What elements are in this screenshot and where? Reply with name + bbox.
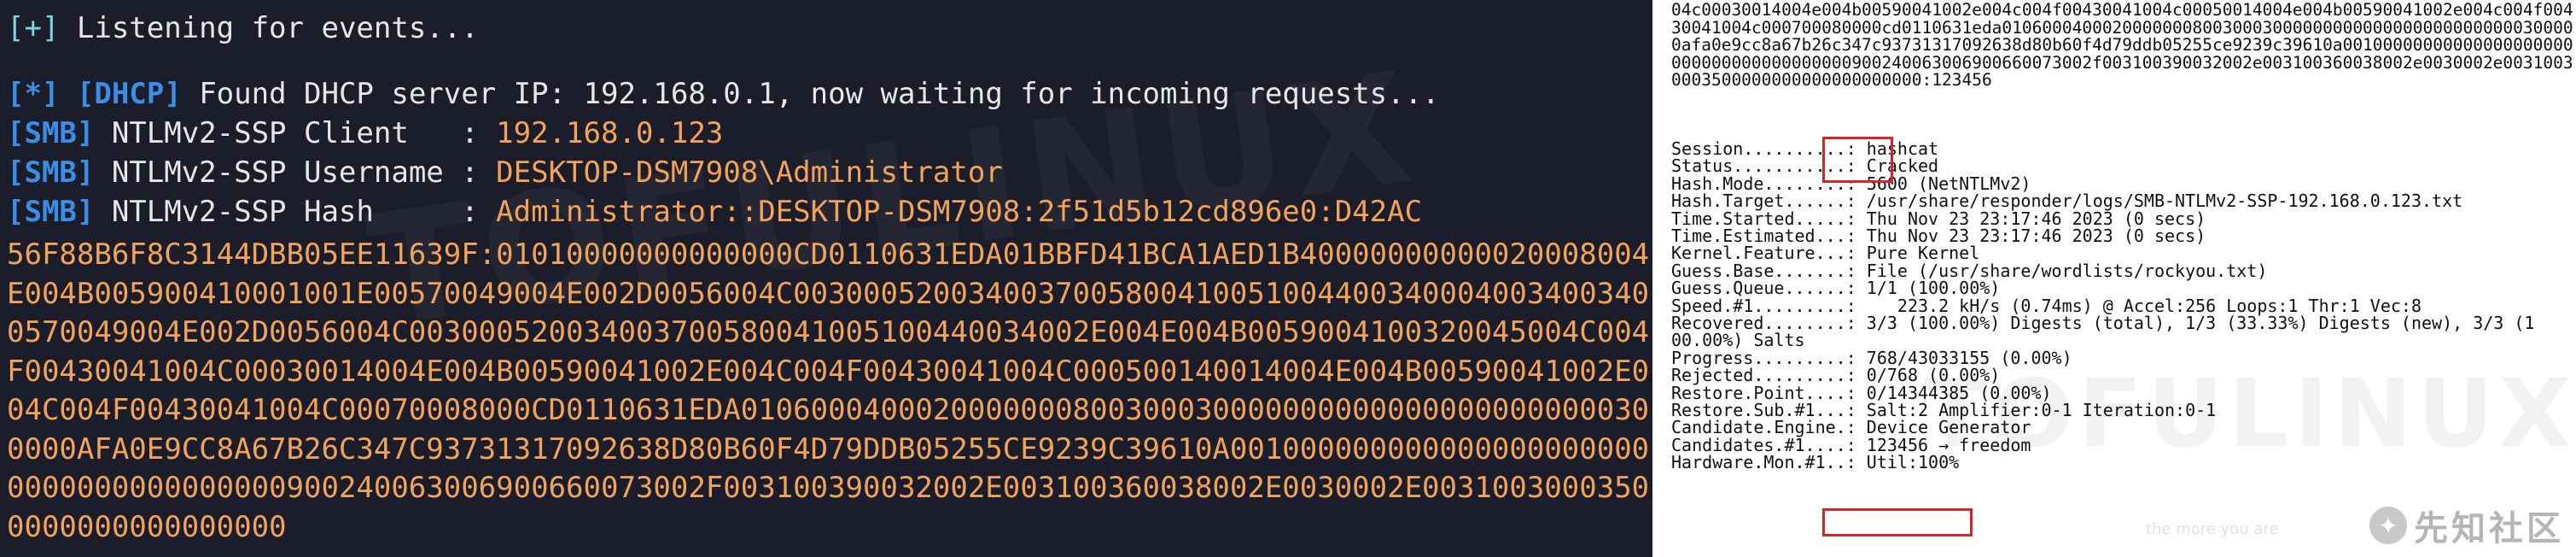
status-row: Restore.Sub.#1...: Salt:2 Amplifier:0-1 … [1671,402,2216,419]
status-row: Progress.........: 768/43033155 (0.00%) [1671,349,2072,366]
status-row: 00.00%) Salts [1671,331,1805,349]
divider [1652,0,1668,557]
dhcp-line: [*] [DHCP] Found DHCP server IP: 192.168… [7,74,1440,114]
logo-icon: ✦ [2369,507,2407,544]
smb-tag: [SMB] [7,116,95,150]
status-row: Restore.Point....: 0/14344385 (0.00%) [1671,384,2052,402]
site-logo: ✦ 先知社区 [2369,501,2564,550]
smb-client-label: NTLMv2-SSP Client : [94,116,497,150]
status-row: Candidates.#1....: 123456 → freedom [1671,437,2031,454]
smb-client-line: [SMB] NTLMv2-SSP Client : 192.168.0.123 [7,114,723,153]
status-row: Session..........: hashcat [1671,140,1938,157]
listening-text: Listening for events... [59,11,479,45]
status-row: Guess.Base.......: File (/usr/share/word… [1671,262,2267,279]
status-prefix: [*] [7,77,60,111]
status-row: Hash.Target......: /usr/share/responder/… [1671,192,2462,209]
status-value: 3/3 (100.00%) Digests (total), 1/3 (33.3… [1856,313,2535,333]
smb-hash-value-head: Administrator::DESKTOP-DSM7908:2f51d5b12… [496,195,1423,229]
status-row: Status...........: Cracked [1671,157,1938,174]
smb-hash-line: [SMB] NTLMv2-SSP Hash : Administrator::D… [7,192,1422,232]
status-row: Hardware.Mon.#1..: Util:100% [1671,454,1959,471]
status-row: Speed.#1.........: 223.2 kH/s (0.74ms) @… [1671,296,2422,314]
status-row: Rejected.........: 0/768 (0.00%) [1671,366,2000,384]
status-row: Candidate.Engine.: Device Generator [1671,419,2031,436]
status-row: Guess.Queue......: 1/1 (100.00%) [1671,279,2000,296]
highlight-candidates [1822,508,1973,536]
status-row: Kernel.Feature...: Pure Kernel [1671,244,1979,261]
status-key: Hardware.Mon.#1..: [1671,452,1856,473]
smb-client-value: 192.168.0.123 [496,116,724,150]
listening-line: [+] Listening for events... [7,9,479,48]
smb-tag: [SMB] [7,155,95,190]
highlight-session-status [1822,137,1893,183]
responder-terminal: TOFULINUX [+] Listening for events... [*… [0,0,1652,557]
smb-username-line: [SMB] NTLMv2-SSP Username : DESKTOP-DSM7… [7,153,1003,192]
cracked-hash-line: 04c00030014004e004b00590041002e004c004f0… [1671,0,2573,90]
smb-username-value: DESKTOP-DSM7908\Administrator [496,155,1003,190]
status-row: Time.Estimated...: Thu Nov 23 23:17:46 2… [1671,227,2206,244]
faint-caption: the more you are [2146,520,2279,538]
dhcp-tag: [DHCP] [59,77,182,111]
hashcat-terminal: TOFULINUX 04c00030014004e004b00590041002… [1668,0,2576,557]
status-prefix: [+] [7,11,60,45]
ntlmv2-hash-value: 56F88B6F8C3144DBB05EE11639F:010100000000… [7,237,1650,544]
dhcp-text: Found DHCP server IP: 192.168.0.1, now w… [181,77,1440,111]
smb-tag: [SMB] [7,195,95,229]
smb-hash-label: NTLMv2-SSP Hash : [94,195,497,229]
smb-username-label: NTLMv2-SSP Username : [94,155,497,190]
status-row: Time.Started.....: Thu Nov 23 23:17:46 2… [1671,209,2206,227]
logo-text: 先知社区 [2414,509,2564,548]
status-row: Recovered........: 3/3 (100.00%) Digests… [1671,314,2534,331]
status-value: Util:100% [1856,452,1960,473]
